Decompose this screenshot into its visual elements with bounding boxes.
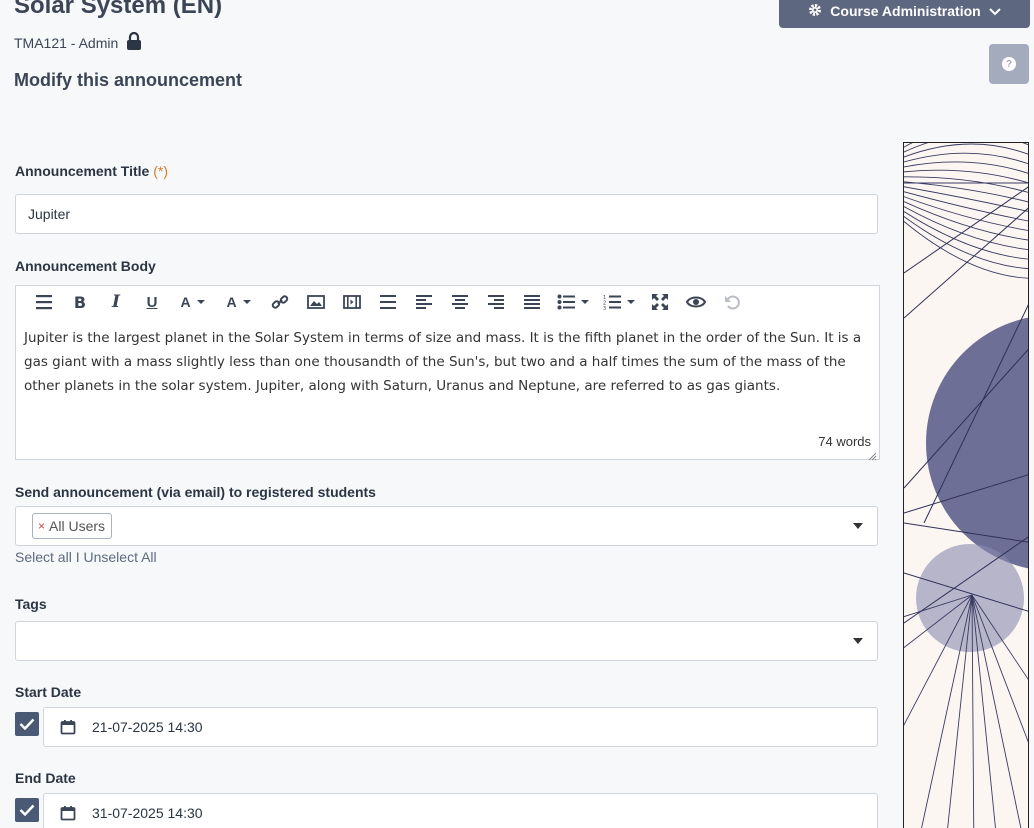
abstract-art-image	[904, 143, 1028, 828]
recipient-chip-label: All Users	[49, 518, 106, 534]
dropdown-caret-icon[interactable]	[853, 638, 863, 644]
align-left-icon[interactable]	[406, 286, 442, 318]
end-date-value: 31-07-2025 14:30	[92, 805, 203, 821]
lock-icon	[126, 31, 142, 53]
editor-content[interactable]: Jupiter is the largest planet in the Sol…	[16, 318, 879, 398]
help-icon: ?	[1002, 57, 1016, 71]
italic-icon[interactable]: I	[98, 286, 134, 318]
select-all-link[interactable]: Select all	[15, 549, 72, 565]
video-icon[interactable]	[334, 286, 370, 318]
end-date-label: End Date	[15, 770, 76, 786]
announcement-body-editor[interactable]: B I U A A 123 Jupiter is the largest pla…	[15, 285, 880, 461]
tags-label: Tags	[15, 596, 47, 612]
course-administration-label: Course Administration	[830, 3, 981, 19]
selection-links: Select all I Unselect All	[15, 549, 157, 565]
align-right-icon[interactable]	[478, 286, 514, 318]
course-title: Solar System (EN)	[14, 0, 223, 19]
announcement-title-input[interactable]: Jupiter	[15, 194, 878, 234]
align-center-icon[interactable]	[442, 286, 478, 318]
title-value: Jupiter	[28, 206, 71, 222]
course-subtitle: TMA121 - Admin	[14, 31, 142, 53]
end-date-checkbox[interactable]	[15, 798, 39, 822]
preview-icon[interactable]	[678, 286, 714, 318]
format-icon[interactable]	[26, 286, 62, 318]
text-color-icon[interactable]: A	[170, 286, 216, 318]
editor-toolbar: B I U A A 123	[16, 286, 879, 318]
link-separator: I	[75, 549, 80, 565]
undo-icon[interactable]	[714, 286, 750, 318]
numbered-list-icon[interactable]: 123	[596, 286, 642, 318]
course-decorative-image	[903, 142, 1029, 828]
start-date-label: Start Date	[15, 684, 82, 700]
resize-handle-icon[interactable]	[868, 448, 877, 461]
chevron-down-icon	[988, 3, 1001, 19]
svg-text:3: 3	[603, 306, 606, 310]
recipient-chip: × All Users	[32, 513, 113, 539]
checkmark-icon	[19, 804, 35, 816]
remove-chip-icon[interactable]: ×	[38, 519, 45, 533]
send-label: Send announcement (via email) to registe…	[15, 484, 376, 500]
horizontal-rule-icon[interactable]	[370, 286, 406, 318]
calendar-icon[interactable]	[44, 805, 92, 821]
bold-icon[interactable]: B	[62, 286, 98, 318]
course-administration-button[interactable]: Course Administration	[779, 0, 1030, 28]
recipients-select[interactable]: × All Users	[15, 506, 878, 546]
tags-select[interactable]	[15, 621, 878, 661]
end-date-input[interactable]: 31-07-2025 14:30	[43, 793, 878, 828]
unselect-all-link[interactable]: Unselect All	[83, 549, 156, 565]
underline-icon[interactable]: U	[134, 286, 170, 318]
title-label: Announcement Title (*)	[15, 163, 168, 179]
gear-icon	[808, 3, 822, 20]
word-count: 74 words	[818, 434, 871, 449]
checkmark-icon	[19, 718, 35, 730]
link-icon[interactable]	[262, 286, 298, 318]
background-color-icon[interactable]: A	[216, 286, 262, 318]
start-date-input[interactable]: 21-07-2025 14:30	[43, 707, 878, 747]
required-marker: (*)	[153, 163, 168, 179]
course-code-role: TMA121 - Admin	[14, 34, 119, 51]
title-label-text: Announcement Title	[15, 163, 150, 179]
dropdown-caret-icon[interactable]	[853, 523, 863, 529]
image-icon[interactable]	[298, 286, 334, 318]
fullscreen-icon[interactable]	[642, 286, 678, 318]
help-button[interactable]: ?	[989, 44, 1029, 84]
bullet-list-icon[interactable]	[550, 286, 596, 318]
start-date-value: 21-07-2025 14:30	[92, 719, 203, 735]
start-date-checkbox[interactable]	[15, 712, 39, 736]
page-heading: Modify this announcement	[14, 70, 243, 90]
calendar-icon[interactable]	[44, 719, 92, 735]
body-label: Announcement Body	[15, 258, 156, 274]
align-justify-icon[interactable]	[514, 286, 550, 318]
